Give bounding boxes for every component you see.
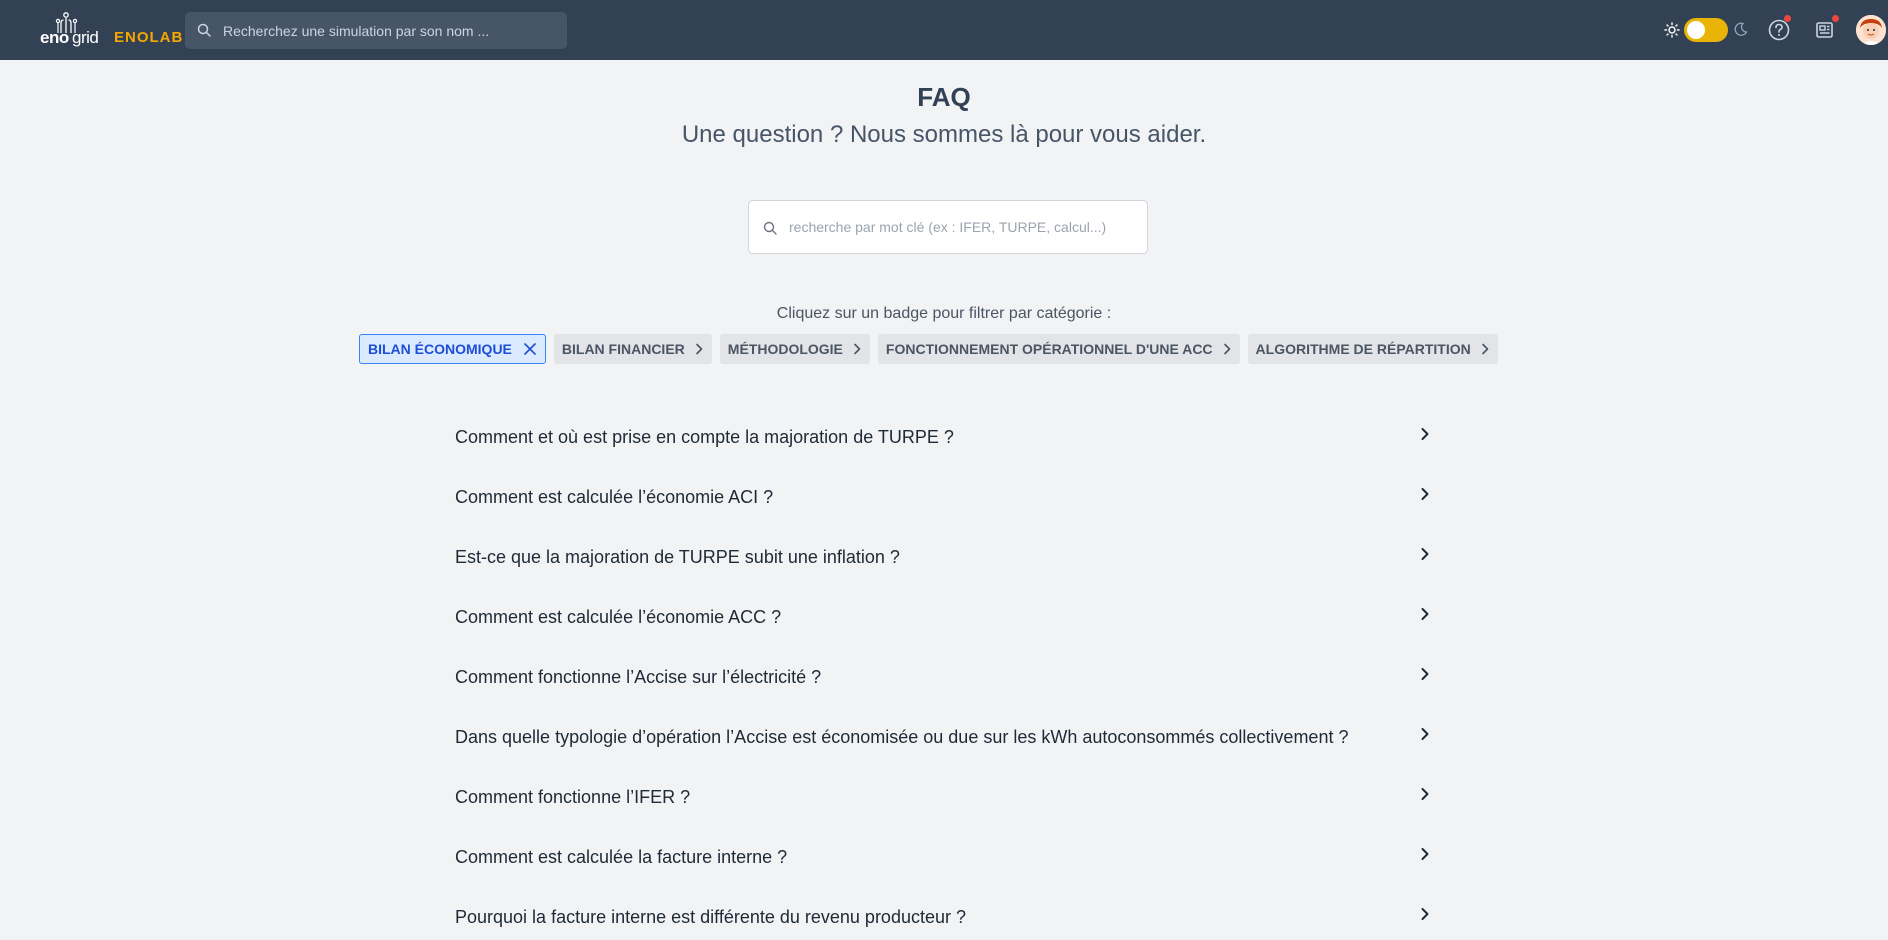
chevron-right-icon: [1421, 788, 1429, 800]
logo-enolab-text: ENOLAB: [114, 29, 184, 46]
chevron-right-icon: [1421, 488, 1429, 500]
chevron-right-icon: [1481, 343, 1489, 355]
faq-question: Comment est calculée l’économie ACI ?: [455, 487, 774, 507]
faq-item[interactable]: Comment et où est prise en compte la maj…: [455, 412, 1435, 472]
enogrid-logo[interactable]: eno grid ENOLAB: [40, 12, 183, 48]
faq-list: Comment et où est prise en compte la maj…: [455, 412, 1435, 940]
simulation-search[interactable]: [185, 12, 567, 49]
sun-icon: [1664, 22, 1680, 38]
logo-mark: eno grid: [40, 12, 99, 48]
theme-toggle[interactable]: [1684, 18, 1728, 42]
faq-question: Pourquoi la facture interne est différen…: [455, 907, 966, 927]
avatar[interactable]: [1856, 15, 1886, 45]
faq-search-input[interactable]: [789, 201, 1134, 253]
search-icon: [763, 221, 777, 235]
badge-label: BILAN ÉCONOMIQUE: [368, 341, 512, 357]
badge-label: FONCTIONNEMENT OPÉRATIONNEL D'UNE ACC: [885, 341, 1213, 357]
filter-hint: Cliquez sur un badge pour filtrer par ca…: [776, 305, 1112, 322]
logo-grid-text: grid: [72, 28, 99, 47]
faq-question: Est-ce que la majoration de TURPE subit …: [455, 547, 900, 567]
chevron-right-icon: [1421, 668, 1429, 680]
faq-question: Dans quelle typologie d’opération l’Acci…: [455, 727, 1349, 747]
toggle-knob: [1687, 21, 1705, 39]
news-icon[interactable]: [1815, 20, 1835, 40]
chevron-right-icon: [1421, 608, 1429, 620]
faq-item[interactable]: Comment fonctionne l’Accise sur l’électr…: [455, 652, 1435, 712]
chevron-right-icon: [1421, 848, 1429, 860]
faq-question: Comment fonctionne l’Accise sur l’électr…: [455, 667, 822, 687]
faq-question: Comment et où est prise en compte la maj…: [455, 427, 954, 447]
chevron-right-icon: [854, 343, 861, 355]
news-notification-dot: [1832, 15, 1839, 22]
close-icon[interactable]: [524, 343, 536, 355]
faq-question: Comment est calculée la facture interne …: [455, 847, 788, 867]
top-navbar: eno grid ENOLAB: [0, 0, 1888, 60]
badge-label: MÉTHODOLOGIE: [727, 341, 843, 357]
badge-algorithme-repartition[interactable]: ALGORITHME DE RÉPARTITION: [1247, 334, 1498, 364]
faq-item[interactable]: Comment est calculée la facture interne …: [455, 832, 1435, 892]
simulation-search-input[interactable]: [223, 12, 553, 49]
faq-item[interactable]: Comment fonctionne l’IFER ?: [455, 772, 1435, 832]
faq-question: Comment fonctionne l’IFER ?: [455, 787, 691, 807]
badge-bilan-economique[interactable]: BILAN ÉCONOMIQUE: [359, 334, 546, 364]
chevron-right-icon: [1421, 908, 1429, 920]
page-title: FAQ: [917, 82, 971, 112]
badge-bilan-financier[interactable]: BILAN FINANCIER: [553, 334, 712, 364]
faq-item[interactable]: Pourquoi la facture interne est différen…: [455, 892, 1435, 940]
faq-search[interactable]: [748, 200, 1148, 254]
search-icon: [197, 23, 211, 37]
chevron-right-icon: [1421, 428, 1429, 440]
faq-item[interactable]: Comment est calculée l’économie ACI ?: [455, 472, 1435, 532]
moon-icon: [1734, 22, 1748, 36]
chevron-right-icon: [1421, 728, 1429, 740]
logo-eno-text: eno: [40, 28, 69, 47]
badge-methodologie[interactable]: MÉTHODOLOGIE: [719, 334, 870, 364]
badge-fonctionnement-operationnel[interactable]: FONCTIONNEMENT OPÉRATIONNEL D'UNE ACC: [877, 334, 1240, 364]
badge-label: ALGORITHME DE RÉPARTITION: [1255, 341, 1471, 357]
chevron-right-icon: [695, 343, 703, 355]
faq-item[interactable]: Est-ce que la majoration de TURPE subit …: [455, 532, 1435, 592]
faq-item[interactable]: Comment est calculée l’économie ACC ?: [455, 592, 1435, 652]
badge-label: BILAN FINANCIER: [561, 341, 685, 357]
avatar-face-icon: [1856, 15, 1886, 45]
page-subtitle: Une question ? Nous sommes là pour vous …: [681, 121, 1207, 148]
category-badges: BILAN ÉCONOMIQUE BILAN FINANCIER MÉTHODO…: [359, 334, 1498, 364]
help-icon[interactable]: [1768, 19, 1790, 41]
chevron-right-icon: [1421, 548, 1429, 560]
help-notification-dot: [1784, 15, 1791, 22]
faq-question: Comment est calculée l’économie ACC ?: [455, 607, 782, 627]
faq-item[interactable]: Dans quelle typologie d’opération l’Acci…: [455, 712, 1435, 772]
chevron-right-icon: [1223, 343, 1230, 355]
